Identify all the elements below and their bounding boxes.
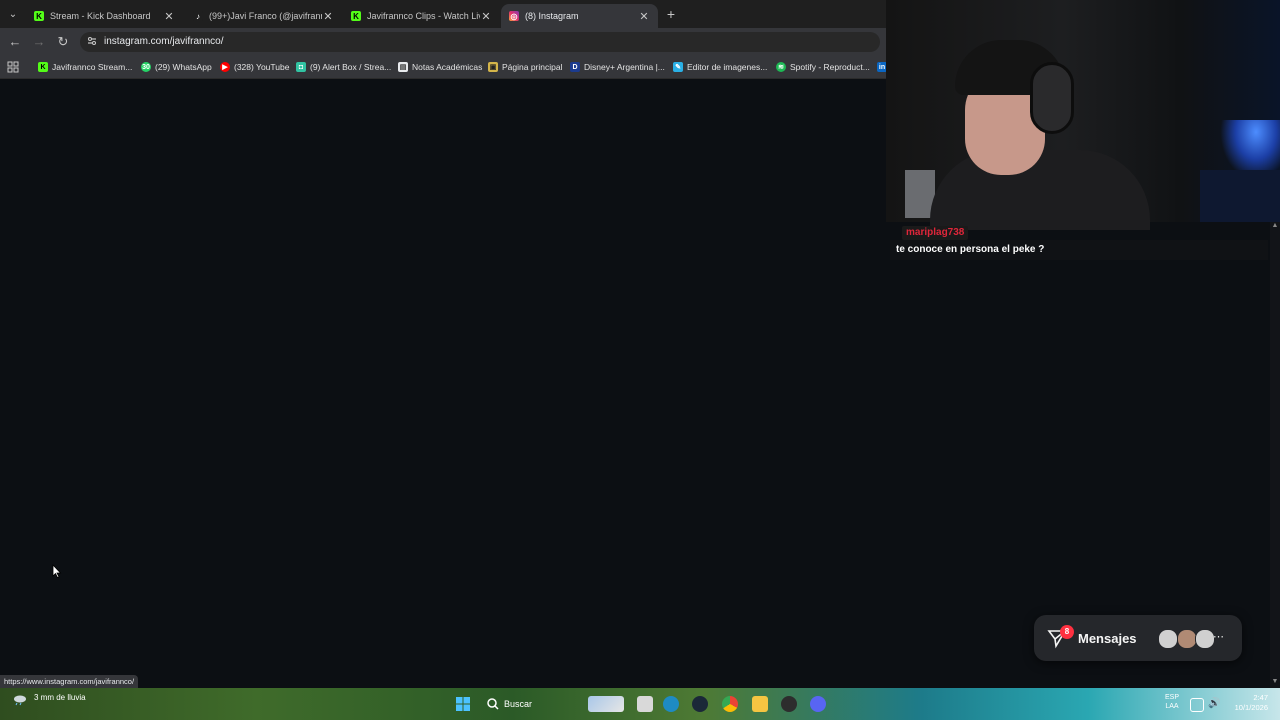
language-layout: LAA [1165, 703, 1179, 710]
rain-cloud-icon[interactable] [12, 693, 28, 706]
close-icon[interactable]: ✕ [163, 10, 175, 23]
file-explorer-icon[interactable] [752, 696, 768, 712]
site-settings-icon[interactable] [86, 35, 98, 47]
back-button[interactable]: ← [6, 33, 24, 51]
disney-icon: D [570, 62, 580, 72]
streamlabs-icon: ◘ [296, 62, 306, 72]
kick-icon: K [34, 11, 44, 21]
avatar[interactable] [1177, 629, 1197, 649]
new-tab-button[interactable]: + [663, 6, 679, 22]
windows-start-icon[interactable] [455, 696, 471, 712]
bookmark-label: (29) WhatsApp [155, 62, 212, 72]
steam-icon[interactable] [692, 696, 708, 712]
edge-icon[interactable] [663, 696, 679, 712]
kick-icon: K [351, 11, 361, 21]
streamer-body [930, 150, 1150, 230]
tab-kick-clips[interactable]: K Javifrannco Clips - Watch Live o ✕ [343, 4, 500, 28]
avatar[interactable] [1195, 629, 1215, 649]
background-shelf [1200, 170, 1280, 222]
tab-title: Stream - Kick Dashboard [50, 11, 151, 21]
bookmark-label: Editor de imagenes... [687, 62, 768, 72]
chat-message: te conoce en persona el peke ? [896, 244, 1045, 255]
volume-icon[interactable]: 🔊 [1208, 698, 1220, 710]
youtube-icon: ▶ [220, 62, 230, 72]
obs-icon[interactable] [781, 696, 797, 712]
tab-title: (99+)Javi Franco (@javifrannco) [209, 11, 322, 21]
search-icon[interactable] [485, 696, 501, 712]
bookmark-pagina-principal[interactable]: ▣ Página principal [488, 60, 562, 74]
url-text[interactable]: instagram.com/javifrannco/ [104, 36, 224, 47]
discord-icon[interactable] [810, 696, 826, 712]
keyboard-language[interactable]: ESP LAA [1160, 693, 1184, 711]
scroll-up-arrow-icon[interactable]: ▲ [1270, 222, 1280, 232]
chat-username: mariplag738 [902, 226, 969, 240]
editor-icon: ✎ [673, 62, 683, 72]
reload-button[interactable]: ↻ [54, 33, 72, 51]
bookmark-youtube[interactable]: ▶ (328) YouTube [220, 60, 289, 74]
weather-text[interactable]: 3 mm de lluvia [34, 693, 86, 702]
network-icon[interactable] [1190, 698, 1204, 712]
tiktok-icon: ♪ [193, 11, 203, 21]
tab-title: (8) Instagram [525, 11, 579, 21]
close-icon[interactable]: ✕ [322, 10, 334, 23]
kick-icon: K [38, 62, 48, 72]
bookmark-label: Spotify - Reproduct... [790, 62, 870, 72]
status-bar-url: https://www.instagram.com/javifrannco/ [0, 675, 139, 688]
tab-tiktok[interactable]: ♪ (99+)Javi Franco (@javifrannco) ✕ [185, 4, 342, 28]
taskbar-search-label[interactable]: Buscar [504, 699, 532, 709]
bookmark-label: Javifrannco Stream... [52, 62, 133, 72]
home-page-icon: ▣ [488, 62, 498, 72]
task-view-icon[interactable] [637, 696, 653, 712]
close-icon[interactable]: ✕ [638, 10, 650, 23]
widgets-icon[interactable] [588, 696, 624, 712]
bookmark-notas-academicas[interactable]: ▤ Notas Académicas [398, 60, 482, 74]
apps-grid-icon[interactable] [7, 60, 19, 73]
headphones [1030, 62, 1074, 134]
unread-badge: 8 [1060, 625, 1074, 639]
bookmark-editor-imagenes[interactable]: ✎ Editor de imagenes... [673, 60, 767, 74]
more-icon[interactable]: ⋯ [1213, 630, 1224, 643]
instagram-icon: ◎ [509, 11, 519, 21]
spotify-icon: ≋ [776, 62, 786, 72]
scroll-down-arrow-icon[interactable]: ▼ [1270, 678, 1280, 688]
bookmark-spotify[interactable]: ≋ Spotify - Reproduct... [776, 60, 870, 74]
bookmark-label: Página principal [502, 62, 563, 72]
system-clock[interactable]: 2:47 10/1/2026 [1222, 693, 1268, 713]
messages-label[interactable]: Mensajes [1078, 631, 1137, 646]
avatar[interactable] [1158, 629, 1178, 649]
whatsapp-icon: 30 [141, 62, 151, 72]
mouse-cursor-icon [52, 563, 62, 579]
tab-instagram[interactable]: ◎ (8) Instagram ✕ [501, 4, 658, 28]
language-code: ESP [1164, 694, 1179, 701]
close-icon[interactable]: ✕ [480, 10, 492, 23]
bookmark-alert-box[interactable]: ◘ (9) Alert Box / Strea... [296, 60, 391, 74]
bookmark-whatsapp[interactable]: 30 (29) WhatsApp [141, 60, 212, 74]
bookmark-label: Disney+ Argentina |... [584, 62, 665, 72]
tab-title: Javifrannco Clips - Watch Live o [367, 11, 480, 21]
clock-date: 10/1/2026 [1234, 703, 1268, 712]
page-icon: ▤ [398, 62, 408, 72]
forward-button[interactable]: → [30, 33, 48, 51]
tab-search-chevron-icon[interactable]: ⌄ [4, 5, 22, 23]
chrome-icon[interactable] [722, 696, 738, 712]
bookmark-label: (9) Alert Box / Strea... [310, 62, 392, 72]
clock-time: 2:47 [1253, 693, 1268, 702]
bookmark-disney[interactable]: D Disney+ Argentina |... [570, 60, 665, 74]
tab-kick-dashboard[interactable]: K Stream - Kick Dashboard ✕ [26, 4, 183, 28]
bookmark-label: (328) YouTube [234, 62, 290, 72]
bookmark-kick-stream[interactable]: K Javifrannco Stream... [38, 60, 132, 74]
page-scrollbar[interactable] [1270, 222, 1280, 688]
bookmark-label: Notas Académicas [412, 62, 483, 72]
